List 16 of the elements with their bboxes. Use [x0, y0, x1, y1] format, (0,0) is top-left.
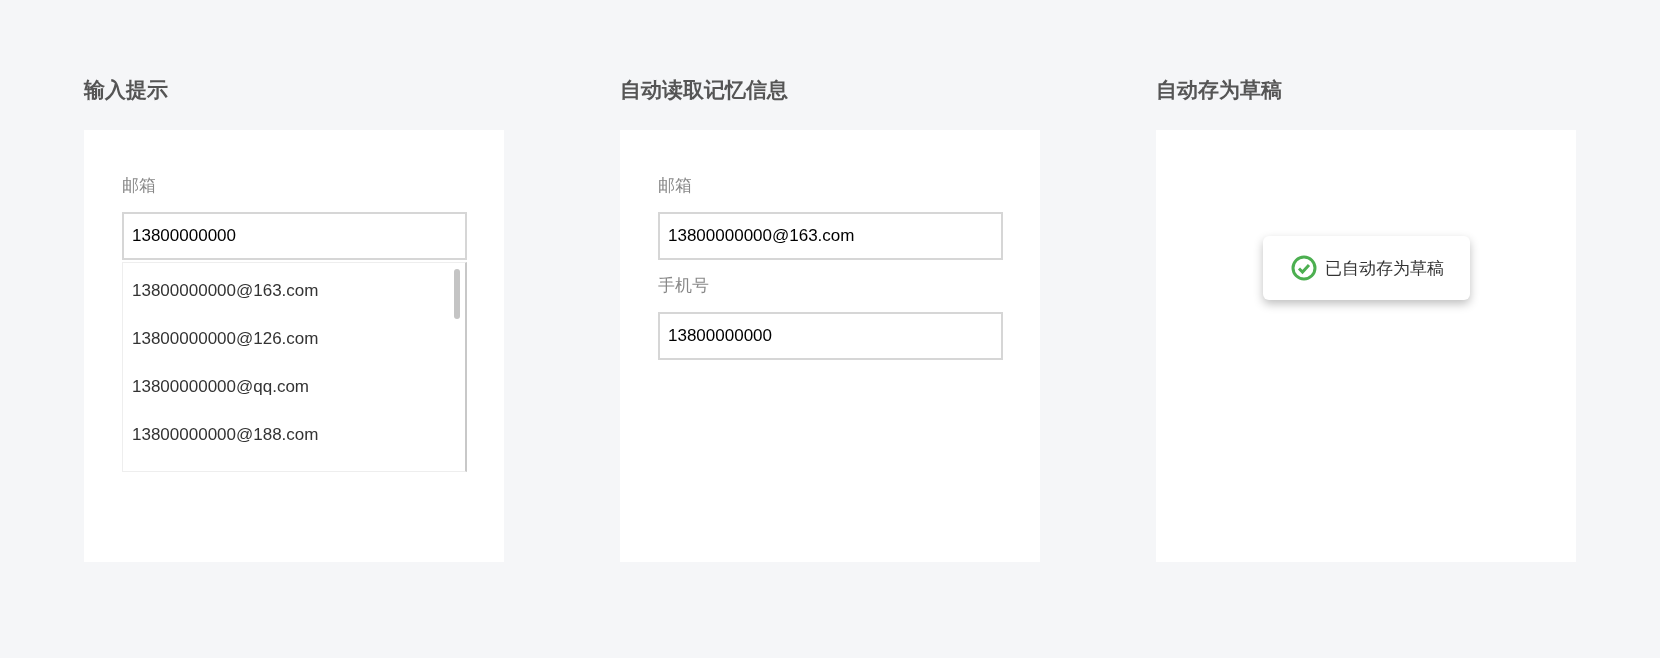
- input-field[interactable]: 13800000000: [658, 312, 1003, 360]
- field-label: 邮箱: [122, 175, 156, 197]
- field-label: 手机号: [658, 275, 709, 297]
- field-label: 邮箱: [658, 175, 692, 197]
- suggestion-item[interactable]: 13800000000@188.com: [123, 411, 465, 459]
- suggestion-item[interactable]: 13800000000@126.com: [123, 315, 465, 363]
- check-circle-icon: [1290, 255, 1317, 281]
- section-title: 输入提示: [84, 78, 169, 102]
- suggestion-item[interactable]: 13800000000@163.com: [123, 267, 465, 315]
- suggestion-item[interactable]: 13800000000@qq.com: [123, 363, 465, 411]
- section-title: 自动读取记忆信息: [620, 78, 789, 102]
- section-title: 自动存为草稿: [1156, 78, 1283, 102]
- toast-message: 已自动存为草稿: [1324, 257, 1444, 280]
- input-field[interactable]: 13800000000: [122, 212, 467, 260]
- input-field[interactable]: 13800000000@163.com: [658, 212, 1003, 260]
- scrollbar-thumb[interactable]: [454, 269, 460, 319]
